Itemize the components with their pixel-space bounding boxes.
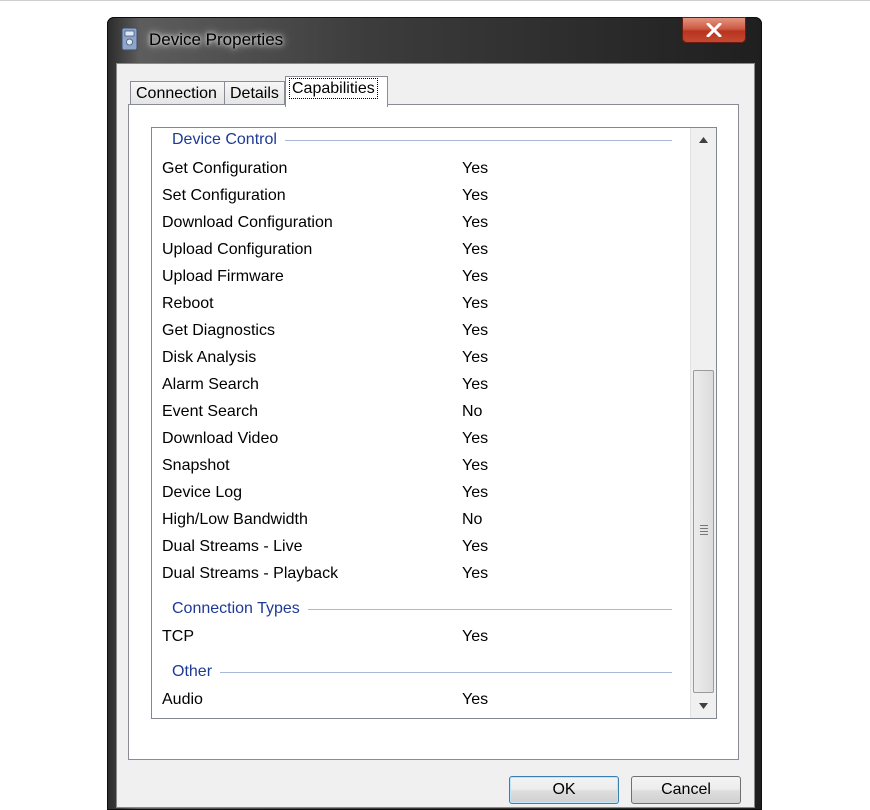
list-item[interactable]: Disk Analysis Yes <box>162 346 662 372</box>
tab-connection[interactable]: Connection <box>130 81 225 106</box>
capability-name: Event Search <box>162 403 259 420</box>
capability-value: Yes <box>462 349 489 366</box>
scroll-down-button[interactable] <box>691 696 716 716</box>
capability-name: Upload Firmware <box>162 268 284 285</box>
capability-name: High/Low Bandwidth <box>162 511 308 528</box>
capability-name: TCP <box>162 628 194 645</box>
scroll-up-button[interactable] <box>691 130 716 150</box>
capability-value: Yes <box>462 565 489 582</box>
title-bar[interactable]: Device Properties <box>107 17 762 63</box>
capabilities-list[interactable]: Device Control Get Configuration Yes Set… <box>151 127 717 719</box>
capability-value: Yes <box>462 376 489 393</box>
list-item[interactable]: TCP Yes <box>162 625 662 651</box>
list-item[interactable]: Event Search No <box>162 400 662 426</box>
capability-name: Download Video <box>162 430 279 447</box>
capability-name: Get Diagnostics <box>162 322 275 339</box>
top-divider <box>0 0 870 1</box>
list-item[interactable]: High/Low Bandwidth No <box>162 508 662 534</box>
capability-name: Snapshot <box>162 457 230 474</box>
capability-value: Yes <box>462 187 489 204</box>
scroll-up-arrow-icon <box>699 137 708 143</box>
cancel-button[interactable]: Cancel <box>631 776 741 804</box>
list-item[interactable]: Dual Streams - Live Yes <box>162 535 662 561</box>
capability-name: Get Configuration <box>162 160 288 177</box>
capability-name: Upload Configuration <box>162 241 313 258</box>
capability-value: Yes <box>462 241 489 258</box>
group-header-device-control: Device Control <box>172 129 672 151</box>
capability-name: Audio <box>162 691 203 708</box>
capability-value: Yes <box>462 430 489 447</box>
capabilities-list-content: Device Control Get Configuration Yes Set… <box>152 128 680 716</box>
group-title: Other <box>172 663 213 680</box>
list-item[interactable]: Set Configuration Yes <box>162 184 662 210</box>
capability-name: Set Configuration <box>162 187 286 204</box>
capability-value: Yes <box>462 160 489 177</box>
capability-name: Device Log <box>162 484 243 501</box>
capability-value: Yes <box>462 457 489 474</box>
list-item[interactable]: Dual Streams - Playback Yes <box>162 562 662 588</box>
capability-value: Yes <box>462 214 489 231</box>
capability-value: No <box>462 511 483 528</box>
capability-name: Alarm Search <box>162 376 259 393</box>
group-header-connection-types: Connection Types <box>172 598 672 620</box>
group-divider <box>307 608 672 610</box>
capability-value: No <box>462 403 483 420</box>
list-item[interactable]: Get Configuration Yes <box>162 157 662 183</box>
capability-name: Dual Streams - Playback <box>162 565 339 582</box>
capability-value: Yes <box>462 268 489 285</box>
capability-value: Yes <box>462 484 489 501</box>
capability-value: Yes <box>462 322 489 339</box>
list-item[interactable]: Get Diagnostics Yes <box>162 319 662 345</box>
group-divider <box>220 671 672 673</box>
capability-value: Yes <box>462 691 489 708</box>
vertical-scrollbar[interactable] <box>690 128 716 718</box>
capability-name: Dual Streams - Live <box>162 538 303 555</box>
group-divider <box>284 139 672 141</box>
ok-button[interactable]: OK <box>509 776 619 804</box>
capability-value: Yes <box>462 538 489 555</box>
list-item[interactable]: Upload Configuration Yes <box>162 238 662 264</box>
tab-details[interactable]: Details <box>224 81 285 106</box>
list-item[interactable]: Snapshot Yes <box>162 454 662 480</box>
list-item[interactable]: Download Configuration Yes <box>162 211 662 237</box>
capability-name: Disk Analysis <box>162 349 257 366</box>
scroll-thumb[interactable] <box>693 370 714 693</box>
list-item[interactable]: Reboot Yes <box>162 292 662 318</box>
capability-name: Download Configuration <box>162 214 333 231</box>
scroll-grip-icon <box>700 525 708 537</box>
capability-name: Reboot <box>162 295 214 312</box>
window-title: Device Properties <box>149 30 284 49</box>
group-title: Device Control <box>172 131 277 148</box>
tab-details-label: Details <box>230 85 279 102</box>
device-properties-icon <box>121 27 138 51</box>
tab-connection-label: Connection <box>136 85 217 102</box>
list-item[interactable]: Device Log Yes <box>162 481 662 507</box>
scroll-down-arrow-icon <box>699 703 708 709</box>
list-item[interactable]: Alarm Search Yes <box>162 373 662 399</box>
list-item[interactable]: Upload Firmware Yes <box>162 265 662 291</box>
close-icon <box>706 23 722 37</box>
capability-value: Yes <box>462 295 489 312</box>
group-header-other: Other <box>172 661 672 683</box>
close-button[interactable] <box>682 17 746 43</box>
capability-value: Yes <box>462 628 489 645</box>
tab-capabilities[interactable]: Capabilities <box>285 76 388 107</box>
list-item[interactable]: Download Video Yes <box>162 427 662 453</box>
tab-capabilities-label: Capabilities <box>289 78 378 99</box>
list-item[interactable]: Audio Yes <box>162 688 662 714</box>
group-title: Connection Types <box>172 600 300 617</box>
